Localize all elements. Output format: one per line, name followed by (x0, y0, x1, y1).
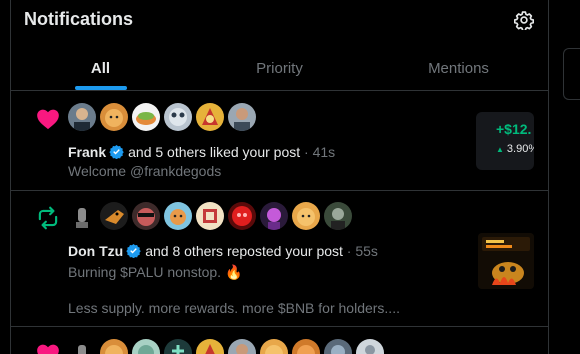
trade-widget[interactable]: +$12. ▲3.90% (476, 112, 534, 170)
avatar[interactable] (324, 202, 352, 230)
avatar[interactable] (356, 339, 384, 354)
avatar-row (68, 103, 256, 131)
palu-burning-image[interactable] (478, 233, 534, 289)
avatar[interactable] (196, 103, 224, 131)
actor-name[interactable]: Frank (68, 144, 106, 160)
notification-text: Frank and 5 others liked your post · 41s (68, 144, 335, 160)
heart-icon (37, 344, 59, 354)
tab-label: All (90, 60, 111, 77)
avatar[interactable] (164, 202, 192, 230)
notifications-header: Notifications (11, 0, 548, 40)
trade-change: ▲3.90% (496, 143, 534, 155)
tab-label: Priority (256, 60, 303, 77)
avatar[interactable] (228, 339, 256, 354)
avatar-row (68, 202, 352, 230)
avatar[interactable] (132, 339, 160, 354)
tab-mentions[interactable]: Mentions (369, 46, 548, 90)
action-text: and 8 others reposted your post (145, 243, 343, 259)
avatar[interactable] (132, 202, 160, 230)
separator-dot: · (304, 144, 309, 160)
avatar[interactable] (100, 202, 128, 230)
side-panel-edge (563, 48, 580, 100)
avatar[interactable] (100, 339, 128, 354)
avatar[interactable] (260, 339, 288, 354)
tab-label: Mentions (428, 60, 489, 77)
avatar[interactable] (68, 202, 96, 230)
avatar[interactable] (292, 202, 320, 230)
avatar[interactable] (292, 339, 320, 354)
notification-item[interactable]: Don Tzu and 8 others reposted your post ·… (11, 191, 548, 327)
avatar[interactable] (260, 202, 288, 230)
notification-text: Don Tzu and 8 others reposted your post ·… (68, 243, 378, 259)
timestamp: 41s (312, 144, 336, 160)
post-excerpt: Welcome @frankdegods (68, 163, 222, 179)
trade-price: +$12. (496, 121, 532, 137)
avatar[interactable] (228, 202, 256, 230)
avatar[interactable] (196, 339, 224, 354)
trade-change-value: 3.90% (506, 143, 534, 155)
avatar[interactable] (100, 103, 128, 131)
verified-badge-icon (109, 144, 124, 159)
avatar[interactable] (68, 339, 96, 354)
heart-icon (37, 109, 59, 130)
avatar[interactable] (228, 103, 256, 131)
gear-icon[interactable] (514, 10, 534, 30)
post-excerpt: Burning $PALU nonstop. 🔥 (68, 264, 243, 280)
post-excerpt-continued: Less supply. more rewards. more $BNB for… (68, 300, 400, 316)
avatar[interactable] (132, 103, 160, 131)
verified-badge-icon (126, 243, 141, 258)
notification-item[interactable] (11, 327, 548, 354)
up-arrow-icon: ▲ (496, 145, 504, 154)
notifications-panel: Notifications All Priority Mentions Fran… (10, 0, 549, 354)
avatar[interactable] (68, 103, 96, 131)
page-title: Notifications (24, 9, 134, 29)
avatar[interactable] (164, 103, 192, 131)
repost-icon (38, 206, 58, 230)
active-tab-indicator (74, 86, 127, 90)
timestamp: 55s (355, 243, 378, 259)
tab-all[interactable]: All (11, 46, 190, 90)
actor-name[interactable]: Don Tzu (68, 243, 123, 259)
action-text: and 5 others liked your post (128, 144, 301, 160)
notification-item[interactable]: Frank and 5 others liked your post · 41s … (11, 92, 548, 191)
notification-tabs: All Priority Mentions (11, 46, 548, 91)
avatar[interactable] (324, 339, 352, 354)
separator-dot: · (346, 243, 352, 259)
avatar[interactable] (164, 339, 192, 354)
avatar[interactable] (196, 202, 224, 230)
avatar-row (68, 339, 384, 354)
tab-priority[interactable]: Priority (190, 46, 369, 90)
